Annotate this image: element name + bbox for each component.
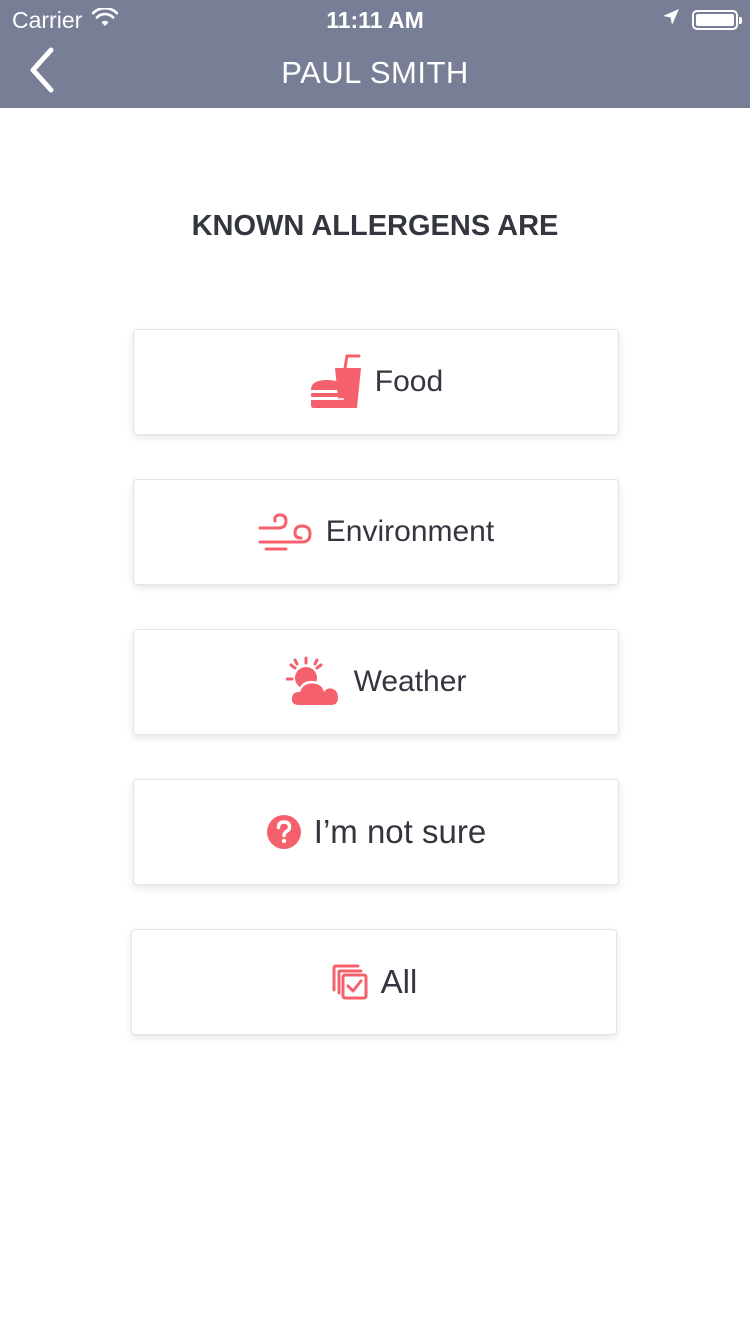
option-weather-label: Weather — [353, 665, 467, 698]
option-food-label: Food — [374, 365, 444, 398]
page-title: PAUL SMITH — [281, 55, 469, 90]
section-heading: KNOWN ALLERGENS ARE — [191, 210, 559, 242]
food-drink-icon — [309, 354, 363, 410]
battery-icon — [692, 9, 742, 30]
wind-icon — [258, 512, 314, 552]
checkbox-stack-icon — [331, 963, 369, 1001]
option-weather[interactable]: Weather — [133, 629, 619, 735]
option-all[interactable]: All — [131, 929, 617, 1035]
status-time: 11:11 AM — [326, 7, 424, 33]
option-not-sure-label: I’m not sure — [313, 813, 487, 850]
location-arrow-icon — [662, 8, 680, 31]
status-right — [662, 8, 742, 31]
option-food[interactable]: Food — [133, 329, 619, 435]
option-environment-label: Environment — [325, 515, 495, 548]
navigation-bar: Carrier 11:11 AM PAUL SMITH — [0, 0, 750, 108]
question-circle-icon — [266, 814, 302, 850]
option-all-label: All — [380, 963, 418, 1000]
option-environment[interactable]: Environment — [133, 479, 619, 585]
option-not-sure[interactable]: I’m not sure — [133, 779, 619, 885]
sun-cloud-icon — [285, 656, 342, 708]
